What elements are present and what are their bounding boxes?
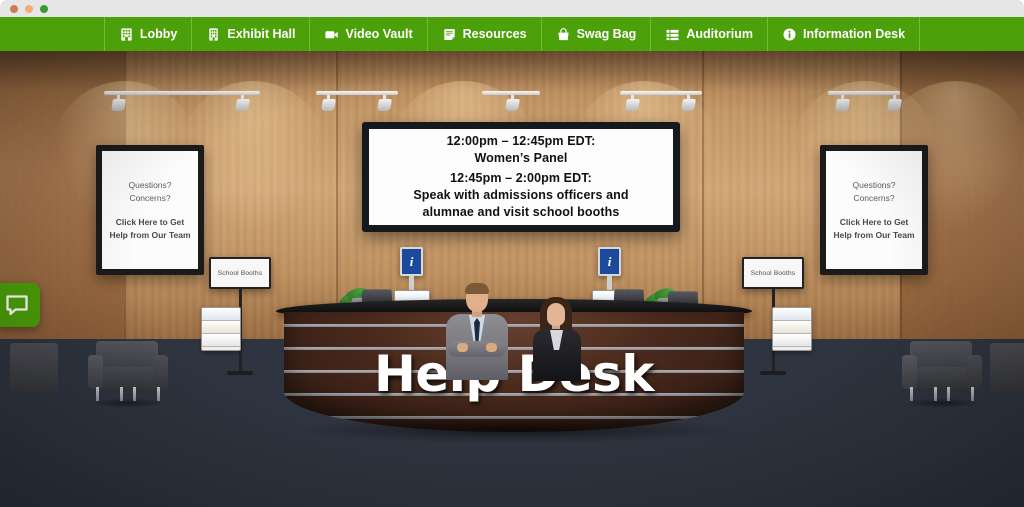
poster-question-line1: Questions? xyxy=(128,179,172,190)
virtual-event-page: Lobby Exhibit Hall Video Vault Resources xyxy=(0,0,1024,507)
minimize-window-button[interactable] xyxy=(25,5,33,13)
info-kiosk-right[interactable]: i xyxy=(592,247,628,334)
school-booths-label: School Booths xyxy=(744,259,802,287)
schedule-session1-title: Women’s Panel xyxy=(474,150,568,165)
sign-base xyxy=(760,371,786,375)
poster-cta-line2: Help from Our Team xyxy=(109,229,191,240)
nav-item-information-desk[interactable]: Information Desk xyxy=(768,17,921,51)
poster-question-line2: Concerns? xyxy=(129,192,171,203)
poster-cta-line1: Click Here to Get xyxy=(115,217,185,228)
ceiling-shadow xyxy=(0,51,1024,91)
document-icon xyxy=(442,27,457,42)
poster-question-line2: Concerns? xyxy=(853,192,895,203)
spotlight xyxy=(681,95,696,111)
schedule-display-content: 12:00pm – 12:45pm EDT: Women’s Panel 12:… xyxy=(369,129,673,225)
nav-item-video-vault[interactable]: Video Vault xyxy=(310,17,428,51)
nav-item-label: Auditorium xyxy=(686,27,753,41)
spotlight xyxy=(111,95,126,111)
nav-item-resources[interactable]: Resources xyxy=(428,17,542,51)
staff-member-male xyxy=(440,283,514,380)
chat-widget-button[interactable] xyxy=(0,283,40,327)
nav-item-label: Resources xyxy=(462,27,527,41)
schedule-session1-time: 12:00pm – 12:45pm EDT: xyxy=(446,134,596,148)
poster-cta-line2: Help from Our Team xyxy=(833,229,915,240)
nav-item-label: Information Desk xyxy=(802,27,906,41)
help-desk-title: Help Desk xyxy=(373,345,655,403)
wall-seam xyxy=(702,51,704,339)
nav-item-lobby[interactable]: Lobby xyxy=(103,17,193,51)
counter-floor-shadow xyxy=(296,417,736,443)
info-circle-icon xyxy=(782,27,797,42)
help-poster-left[interactable]: Questions? Concerns? Click Here to Get H… xyxy=(96,145,204,275)
nav-item-label: Exhibit Hall xyxy=(227,27,296,41)
schedule-display-screen[interactable]: 12:00pm – 12:45pm EDT: Women’s Panel 12:… xyxy=(362,122,680,232)
school-booths-sign-panel: School Booths xyxy=(209,257,271,289)
school-booths-sign-right[interactable]: School Booths xyxy=(742,257,812,375)
sign-base xyxy=(227,371,253,375)
nav-item-exhibit-hall[interactable]: Exhibit Hall xyxy=(192,17,311,51)
spotlight xyxy=(235,95,250,111)
help-desk-counter[interactable]: Help Desk xyxy=(276,299,752,451)
schedule-session2-time: 12:45pm – 2:00pm EDT: xyxy=(450,171,592,186)
building-icon xyxy=(119,27,134,42)
spotlight xyxy=(835,95,850,111)
spotlight xyxy=(887,95,902,111)
info-kiosk-left[interactable]: i xyxy=(394,247,430,334)
schedule-session2-desc: Speak with admissions officers and xyxy=(413,188,629,203)
window-controls[interactable] xyxy=(10,5,48,13)
nav-item-label: Swag Bag xyxy=(576,27,637,41)
poster-question-line1: Questions? xyxy=(852,179,896,190)
shopping-bag-icon xyxy=(556,27,571,42)
lounge-side-seat-left xyxy=(10,343,58,393)
video-camera-icon xyxy=(324,27,339,42)
lounge-side-seat-right xyxy=(990,343,1024,393)
poster-cta-line1: Click Here to Get xyxy=(839,217,909,228)
maximize-window-button[interactable] xyxy=(40,5,48,13)
list-rows-icon xyxy=(665,27,680,42)
school-booths-sign-left[interactable]: School Booths xyxy=(201,257,271,375)
school-booths-label: School Booths xyxy=(211,259,269,287)
close-window-button[interactable] xyxy=(10,5,18,13)
nav-item-list: Lobby Exhibit Hall Video Vault Resources xyxy=(103,17,921,51)
nav-item-auditorium[interactable]: Auditorium xyxy=(651,17,768,51)
lobby-scene: 12:00pm – 12:45pm EDT: Women’s Panel 12:… xyxy=(0,51,1024,507)
lounge-armchair-left xyxy=(88,341,168,409)
spotlight xyxy=(505,95,520,111)
kiosk-stand xyxy=(607,276,612,290)
lounge-armchair-right xyxy=(902,341,982,409)
nav-item-label: Video Vault xyxy=(345,27,413,41)
schedule-session2-desc2: alumnae and visit school booths xyxy=(422,205,620,220)
staff-member-female xyxy=(524,297,590,381)
nav-item-swag-bag[interactable]: Swag Bag xyxy=(542,17,652,51)
nav-item-label: Lobby xyxy=(139,27,178,41)
spotlight xyxy=(377,95,392,111)
school-booths-sign-panel: School Booths xyxy=(742,257,804,289)
chat-bubble-icon xyxy=(5,294,29,316)
help-poster-left-content: Questions? Concerns? Click Here to Get H… xyxy=(102,151,198,269)
brochure-rack[interactable] xyxy=(201,307,241,351)
kiosk-stand xyxy=(409,276,414,290)
browser-titlebar xyxy=(0,0,1024,17)
kiosk-info-glyph: i xyxy=(400,247,423,276)
brochure-rack[interactable] xyxy=(772,307,812,351)
help-poster-right[interactable]: Questions? Concerns? Click Here to Get H… xyxy=(820,145,928,275)
main-navigation-bar: Lobby Exhibit Hall Video Vault Resources xyxy=(0,17,1024,51)
kiosk-info-glyph: i xyxy=(598,247,621,276)
help-poster-right-content: Questions? Concerns? Click Here to Get H… xyxy=(826,151,922,269)
spotlight xyxy=(625,95,640,111)
building-columns-icon xyxy=(206,27,221,42)
spotlight xyxy=(321,95,336,111)
